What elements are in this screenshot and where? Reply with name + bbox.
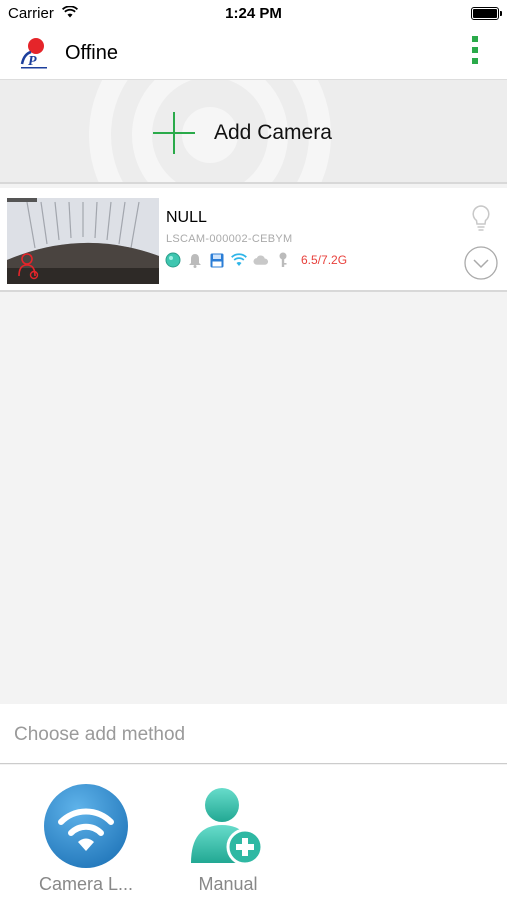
chevron-down-icon[interactable] — [464, 246, 498, 280]
storage-usage: 6.5/7.2G — [301, 253, 348, 267]
plus-icon — [153, 112, 195, 154]
key-icon — [275, 252, 291, 268]
camera-thumbnail[interactable] — [7, 198, 159, 284]
camera-name: NULL — [166, 209, 207, 226]
sheet-title-bar: Choose add method — [0, 704, 507, 764]
add-camera-label: Add Camera — [214, 121, 332, 144]
nav-bar: P Offine — [0, 28, 507, 80]
status-time: 1:24 PM — [225, 5, 282, 22]
svg-text:P: P — [28, 54, 37, 69]
app-logo-icon: P — [15, 34, 53, 72]
add-camera-button[interactable]: Add Camera — [0, 80, 507, 184]
manual-option[interactable]: Manual — [168, 783, 288, 894]
online-status-icon — [165, 252, 181, 268]
manual-label: Manual — [198, 874, 258, 894]
lightbulb-icon[interactable] — [469, 204, 493, 232]
alarm-bell-icon — [187, 252, 203, 268]
camera-uid: LSCAM-000002-CEBYM — [166, 233, 293, 245]
camera-lan-option[interactable]: Camera L... — [26, 783, 146, 894]
page-title: Offine — [65, 42, 118, 64]
camera-list-item[interactable]: NULL LSCAM-000002-CEBYM 6.5/7.2G — [0, 188, 507, 292]
battery-icon — [471, 7, 502, 20]
wifi-icon — [231, 252, 247, 268]
more-vertical-icon[interactable] — [469, 36, 481, 72]
add-method-options: Camera L... Manual — [0, 765, 507, 900]
cloud-icon — [253, 252, 269, 268]
add-user-icon — [191, 788, 264, 866]
camera-status-icons: 6.5/7.2G — [165, 251, 347, 269]
wifi-icon — [44, 784, 128, 868]
camera-lan-label: Camera L... — [38, 874, 134, 894]
status-bar: Carrier 1:24 PM — [0, 0, 507, 28]
sheet-title: Choose add method — [14, 724, 186, 745]
sd-card-save-icon — [209, 252, 225, 268]
